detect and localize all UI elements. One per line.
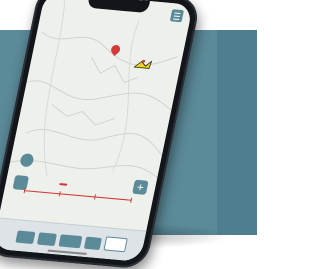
toolbar-button-5[interactable] [103,236,128,253]
hamburger-icon[interactable] [169,9,185,23]
toolbar-button-4[interactable] [83,236,102,251]
plus-button[interactable]: + [132,179,149,195]
toolbar-button-2[interactable] [36,232,57,246]
background-panel-shade [217,30,257,235]
track-icon[interactable] [133,59,153,71]
home-indicator [46,249,87,255]
toolbar-button-3[interactable] [58,234,83,249]
toolbar-button-1[interactable] [15,230,36,245]
